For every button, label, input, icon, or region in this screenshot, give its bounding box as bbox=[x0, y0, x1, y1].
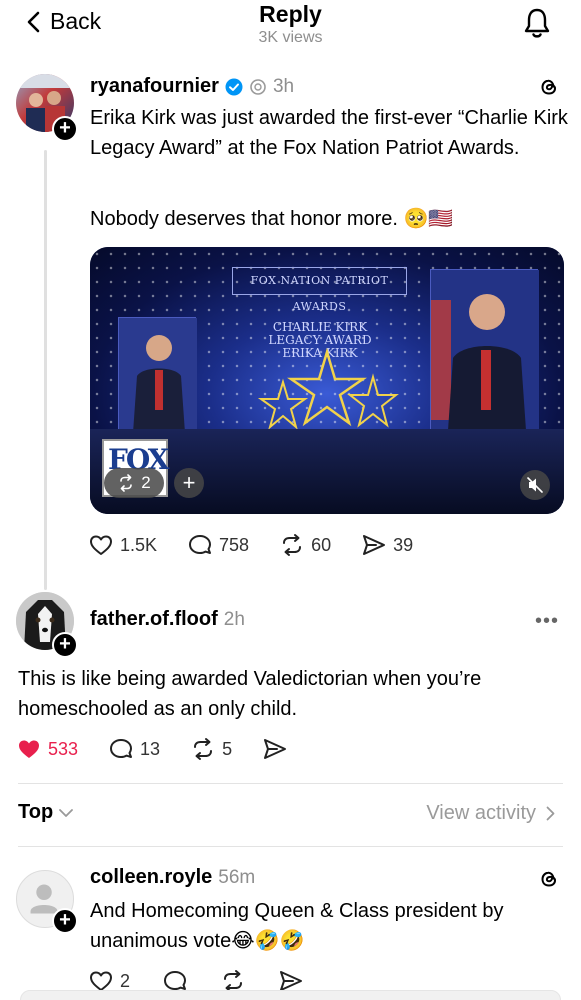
repost-icon bbox=[120, 474, 133, 492]
reply-username-row: father.of.floof 2h bbox=[90, 608, 245, 631]
mute-button[interactable] bbox=[520, 470, 550, 500]
repost-icon bbox=[283, 534, 302, 556]
bell-icon[interactable] bbox=[523, 6, 551, 40]
post-time: 3h bbox=[272, 75, 295, 97]
post-username[interactable]: ryanafournier bbox=[90, 75, 219, 98]
page-title: Reply bbox=[259, 1, 322, 27]
reply-count: 758 bbox=[219, 534, 250, 555]
share-count: 39 bbox=[393, 534, 414, 555]
like-button[interactable]: 1.5K bbox=[88, 532, 157, 558]
repost-count: 60 bbox=[311, 534, 332, 555]
left-screen bbox=[118, 317, 197, 433]
comment-icon bbox=[189, 535, 212, 554]
video-repost-count: 2 bbox=[141, 473, 151, 492]
thread-line bbox=[44, 150, 47, 590]
comment-icon bbox=[110, 739, 133, 758]
video-add-button[interactable]: + bbox=[174, 468, 204, 498]
reply-comment-count: 13 bbox=[140, 738, 161, 759]
chevron-right-icon bbox=[546, 806, 555, 821]
post-video[interactable]: FOX NATION PATRIOT AWARDS CHARLIE KIRK L… bbox=[90, 247, 564, 514]
more-options-button[interactable]: ••• bbox=[535, 610, 559, 633]
reply-time: 2h bbox=[223, 608, 245, 630]
reply-share-button[interactable] bbox=[262, 736, 288, 762]
speaker-muted-icon bbox=[527, 477, 543, 493]
like-count: 1.5K bbox=[120, 534, 158, 555]
header-title-group: Reply 3K views bbox=[0, 0, 581, 48]
reply-follow-plus-icon[interactable]: + bbox=[52, 632, 78, 658]
repost-icon bbox=[194, 738, 213, 760]
follow-plus-icon[interactable]: + bbox=[52, 116, 78, 142]
comment-username[interactable]: colleen.royle bbox=[90, 866, 212, 889]
heart-icon bbox=[90, 535, 112, 555]
right-screen-person bbox=[431, 270, 539, 445]
reply-button[interactable]: 758 bbox=[187, 532, 249, 558]
threads-small-icon bbox=[250, 78, 266, 95]
reply-username[interactable]: father.of.floof bbox=[90, 608, 218, 631]
comment-time: 56m bbox=[218, 866, 256, 888]
send-icon bbox=[363, 535, 386, 555]
comment-follow-plus-icon[interactable]: + bbox=[52, 908, 78, 934]
comment-text: And Homecoming Queen & Class president b… bbox=[90, 900, 504, 952]
reply-like-count: 533 bbox=[48, 738, 79, 759]
reply-repost-button[interactable]: 5 bbox=[190, 736, 232, 762]
views-count: 3K views bbox=[258, 29, 323, 46]
divider bbox=[18, 846, 563, 847]
reply-actions: 533 13 5 bbox=[16, 736, 288, 762]
sort-label: Top bbox=[18, 801, 54, 823]
post-text: Erika Kirk was just awarded the first-ev… bbox=[90, 107, 568, 159]
verified-badge-icon bbox=[225, 78, 243, 95]
threads-logo-icon[interactable] bbox=[538, 868, 560, 890]
divider bbox=[18, 783, 563, 784]
post-actions: 1.5K 758 60 39 bbox=[88, 532, 413, 558]
threads-logo-icon[interactable] bbox=[538, 76, 560, 98]
reply-comment-button[interactable]: 13 bbox=[108, 736, 160, 762]
send-icon bbox=[264, 739, 287, 759]
star-decoration bbox=[257, 347, 399, 430]
right-screen bbox=[430, 269, 539, 445]
post-username-row: ryanafournier 3h bbox=[90, 75, 294, 98]
comment-like-count: 2 bbox=[120, 970, 131, 991]
reply-like-button[interactable]: 533 bbox=[16, 736, 78, 762]
reply-repost-count: 5 bbox=[222, 738, 233, 759]
reply-text: This is like being awarded Valedictorian… bbox=[18, 668, 482, 720]
chevron-down-icon bbox=[59, 808, 74, 817]
repost-button[interactable]: 60 bbox=[279, 532, 331, 558]
view-activity-link[interactable]: View activity bbox=[426, 802, 555, 825]
heart-filled-icon bbox=[19, 740, 39, 758]
comment-username-row: colleen.royle 56m bbox=[90, 866, 255, 889]
video-repost-pill[interactable]: 2 bbox=[104, 468, 164, 498]
header: Back Reply 3K views bbox=[0, 0, 581, 56]
share-button[interactable]: 39 bbox=[361, 532, 413, 558]
left-screen-person bbox=[119, 318, 197, 433]
reply-composer-bar[interactable] bbox=[20, 990, 561, 1000]
post-text-secondary: Nobody deserves that honor more. 🥺🇺🇸 bbox=[90, 208, 454, 230]
event-sign: FOX NATION PATRIOT AWARDS bbox=[232, 267, 407, 313]
view-activity-label: View activity bbox=[426, 802, 536, 824]
sort-dropdown[interactable]: Top bbox=[18, 801, 74, 824]
